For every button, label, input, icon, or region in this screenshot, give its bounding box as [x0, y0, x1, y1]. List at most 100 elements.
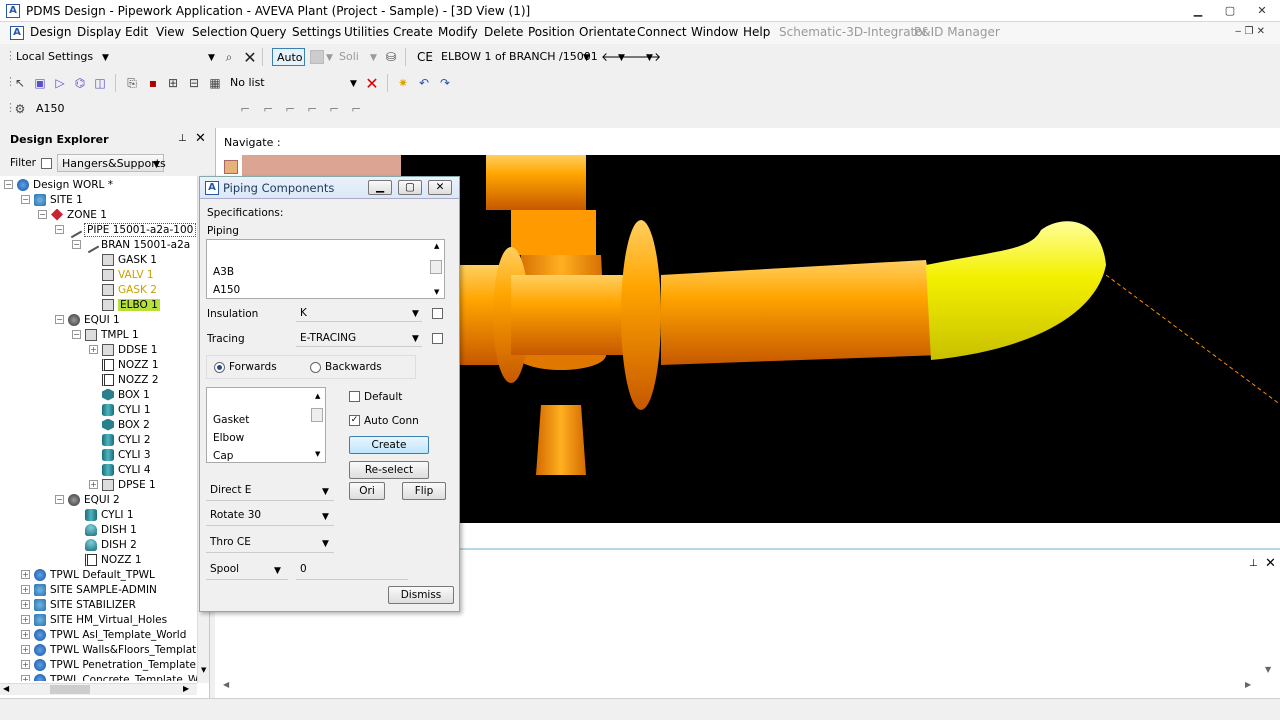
insulation-checkbox[interactable] — [432, 308, 443, 319]
remove-icon[interactable]: ✕ — [364, 74, 380, 93]
mdi-controls[interactable]: ‒ ❐ ✕ — [1235, 26, 1265, 37]
spool-combo[interactable]: Spool ▼ — [206, 560, 288, 580]
list-scroll-thumb[interactable] — [430, 260, 442, 274]
scroll-down-icon[interactable]: ▼ — [434, 288, 439, 296]
scroll-left-icon[interactable]: ◀ — [223, 680, 229, 689]
list-item[interactable]: Gasket — [213, 414, 249, 426]
collapse-icon[interactable]: − — [21, 195, 30, 204]
expand-icon[interactable]: + — [21, 660, 30, 669]
list-scroll-thumb[interactable] — [311, 408, 323, 422]
forwards-radio[interactable] — [214, 362, 225, 373]
tree-node[interactable]: BOX 2 — [89, 417, 150, 432]
back-dropdown-icon[interactable]: ▼ — [618, 53, 625, 63]
tree-node[interactable]: DISH 2 — [72, 537, 137, 552]
menu-connect[interactable]: Connect — [637, 25, 687, 39]
menu-pid-manager[interactable]: P&ID Manager — [914, 25, 1000, 39]
tree-node[interactable]: + TPWL Asl_Template_World — [21, 627, 186, 642]
tree-node[interactable]: − Design WORL * — [4, 177, 113, 192]
close-icon[interactable]: ✕ — [195, 131, 206, 146]
tree-node[interactable]: + TPWL Concrete_Template_W — [21, 672, 197, 681]
close-icon[interactable]: ✕ — [1265, 556, 1276, 571]
menu-design[interactable]: Design — [30, 25, 71, 39]
tree-node[interactable]: VALV 1 — [89, 267, 154, 282]
tree-node[interactable]: CYLI 1 — [89, 402, 151, 417]
chevron-down-icon[interactable]: ▼ — [322, 539, 329, 549]
chevron-down-icon[interactable]: ▼ — [208, 53, 215, 63]
dialog-maximize-button[interactable]: ▢ — [398, 180, 422, 195]
expand-icon[interactable]: + — [21, 570, 30, 579]
tree-node[interactable]: − EQUI 1 — [55, 312, 120, 327]
expand-icon[interactable]: + — [89, 345, 98, 354]
tree-node[interactable]: + TPWL Penetration_Template — [21, 657, 196, 672]
tree-node[interactable]: + TPWL Walls&Floors_Templat — [21, 642, 196, 657]
menu-window[interactable]: Window — [691, 25, 738, 39]
filter-checkbox[interactable] — [41, 158, 52, 169]
view-icon[interactable] — [224, 160, 238, 174]
default-checkbox[interactable] — [349, 391, 360, 402]
solid-combo[interactable]: Soli — [339, 50, 359, 63]
menu-edit[interactable]: Edit — [125, 25, 148, 39]
select-icon[interactable]: ▣ — [32, 75, 48, 91]
maximize-button[interactable]: ▢ — [1220, 3, 1240, 18]
list-edit-icon[interactable]: ⊟ — [186, 75, 202, 91]
solid-dropdown-icon[interactable]: ▼ — [370, 53, 377, 63]
redo-icon[interactable]: ↷ — [437, 75, 453, 91]
collapse-icon[interactable]: − — [38, 210, 47, 219]
collapse-icon[interactable]: − — [55, 315, 64, 324]
menu-selection[interactable]: Selection — [192, 25, 247, 39]
tree-node[interactable]: − BRAN 15001-a2a — [72, 236, 190, 253]
autoconn-checkbox[interactable]: ✓ — [349, 415, 360, 426]
menu-delete[interactable]: Delete — [484, 25, 523, 39]
dialog-close-button[interactable]: ✕ — [428, 180, 452, 195]
tree-node[interactable]: NOZZ 2 — [89, 372, 159, 387]
tree-node[interactable]: − SITE 1 — [21, 192, 83, 207]
tree-node[interactable]: NOZZ 1 — [72, 552, 142, 567]
menu-view[interactable]: View — [156, 25, 184, 39]
tree-node[interactable]: NOZZ 1 — [89, 357, 159, 372]
menu-settings[interactable]: Settings — [292, 25, 341, 39]
list-dropdown-icon[interactable]: ▼ — [350, 79, 357, 89]
expand-icon[interactable]: + — [21, 675, 30, 681]
color-dropdown-icon[interactable]: ▼ — [326, 53, 333, 63]
tree-node[interactable]: ELBO 1 — [89, 297, 160, 312]
collapse-icon[interactable]: − — [72, 240, 81, 249]
pipe-tool-4-icon[interactable]: ⌐ — [304, 101, 320, 117]
direct-combo[interactable]: Direct E ▼ — [206, 481, 334, 501]
scroll-down-icon[interactable]: ▼ — [1265, 665, 1271, 674]
spool-number-field[interactable]: 0 — [296, 560, 408, 580]
color-swatch[interactable] — [310, 50, 324, 64]
chevron-down-icon[interactable]: ▼ — [322, 512, 329, 522]
thro-combo[interactable]: Thro CE ▼ — [206, 533, 334, 553]
pipe-tool-6-icon[interactable]: ⌐ — [348, 101, 364, 117]
list-item[interactable]: Cap — [213, 450, 233, 462]
database-icon[interactable]: ⛁ — [383, 49, 399, 65]
scroll-right-icon[interactable]: ▶ — [1245, 680, 1251, 689]
tree-node[interactable]: DISH 1 — [72, 522, 137, 537]
menu-orientate[interactable]: Orientate — [579, 25, 636, 39]
binoculars-icon[interactable]: ⌕ — [221, 49, 237, 65]
spark-icon[interactable]: ✷ — [395, 75, 411, 91]
ce-value[interactable]: ELBOW 1 of BRANCH /15001 — [441, 50, 598, 63]
reselect-button[interactable]: Re-select — [349, 461, 429, 479]
menu-utilities[interactable]: Utilities — [344, 25, 389, 39]
auto-toggle[interactable]: Auto — [272, 48, 305, 66]
hscroll-thumb[interactable] — [50, 685, 90, 694]
pin-icon[interactable]: ⊥ — [178, 133, 187, 144]
collapse-icon[interactable]: − — [4, 180, 13, 189]
expand-icon[interactable]: + — [21, 585, 30, 594]
expand-icon[interactable]: + — [21, 630, 30, 639]
menu-help[interactable]: Help — [743, 25, 770, 39]
3d-scene[interactable] — [401, 155, 1280, 523]
dismiss-button[interactable]: Dismiss — [388, 586, 454, 604]
scroll-down-icon[interactable]: ▼ — [315, 450, 320, 458]
chevron-down-icon[interactable]: ▼ — [322, 487, 329, 497]
tree-node[interactable]: + TPWL Default_TPWL — [21, 567, 155, 582]
tree-node[interactable]: − TMPL 1 — [72, 327, 139, 342]
menu-create[interactable]: Create — [393, 25, 433, 39]
scroll-up-icon[interactable]: ▲ — [434, 242, 439, 250]
minimize-button[interactable]: ▁ — [1188, 3, 1208, 18]
forward-dropdown-icon[interactable]: ▼ — [646, 53, 653, 63]
tree-node[interactable]: + DDSE 1 — [89, 342, 158, 357]
tracing-checkbox[interactable] — [432, 333, 443, 344]
save-icon[interactable]: ▪ — [145, 75, 161, 91]
